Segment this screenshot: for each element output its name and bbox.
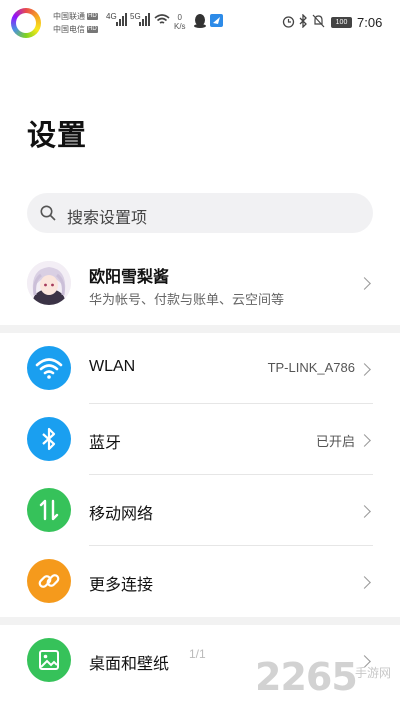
chevron-right-icon — [358, 363, 371, 376]
bluetooth-status-icon — [299, 14, 307, 28]
search-icon — [40, 205, 56, 221]
signal-icon — [116, 13, 127, 26]
settings-item-label: 更多连接 — [89, 577, 154, 594]
battery-icon: 100 — [331, 17, 352, 28]
account-row[interactable]: 欧阳雪梨酱 华为帐号、付款与账单、云空间等 — [0, 247, 400, 321]
chevron-right-icon — [358, 277, 371, 290]
settings-item-value: TP-LINK_A786 — [267, 360, 355, 375]
network-speed: 0 K/s — [174, 13, 186, 31]
signal-icon — [139, 13, 150, 26]
search-placeholder: 搜索设置项 — [67, 210, 148, 227]
carrier-2: 中国电信 HD — [53, 25, 98, 34]
qq-icon — [194, 14, 206, 28]
settings-item-bluetooth[interactable]: 蓝牙 已开启 — [0, 404, 400, 475]
avatar — [27, 261, 71, 305]
chevron-right-icon — [358, 576, 371, 589]
section-divider — [0, 617, 400, 625]
settings-item-mobile-network[interactable]: 移动网络 — [0, 475, 400, 546]
search-input[interactable]: 搜索设置项 — [27, 193, 373, 233]
settings-item-value: 已开启 — [315, 434, 355, 449]
carrier-1: 中国联通 HD — [53, 12, 98, 21]
page-title: 设置 — [27, 120, 88, 152]
wifi-status-icon — [154, 14, 170, 24]
avatar-image — [27, 261, 71, 305]
settings-item-label: 蓝牙 — [89, 435, 122, 452]
section-divider — [0, 325, 400, 333]
page-indicator: 1/1 — [189, 647, 206, 661]
wifi-icon — [27, 346, 71, 390]
settings-item-label: 桌面和壁纸 — [89, 656, 170, 673]
settings-item-wlan[interactable]: WLAN TP-LINK_A786 — [0, 333, 400, 404]
watermark-logo: 2265 — [255, 655, 358, 699]
clock: 7:06 — [357, 15, 383, 30]
account-subtitle: 华为帐号、付款与账单、云空间等 — [89, 292, 285, 307]
mobile-data-icon — [27, 488, 71, 532]
chevron-right-icon — [358, 505, 371, 518]
app-logo-icon — [11, 8, 41, 38]
bluetooth-icon — [27, 417, 71, 461]
link-icon — [27, 559, 71, 603]
notification-app-icon — [210, 14, 223, 27]
settings-item-label: WLAN — [89, 358, 136, 375]
wallpaper-icon — [27, 638, 71, 682]
alarm-icon — [282, 16, 295, 28]
mute-icon — [312, 14, 325, 28]
settings-item-more-connections[interactable]: 更多连接 — [0, 546, 400, 617]
chevron-right-icon — [358, 434, 371, 447]
status-bar: 中国联通 HD 中国电信 HD 4G 5G 0 K/s 100 7:06 — [0, 0, 400, 48]
settings-item-label: 移动网络 — [89, 506, 154, 523]
account-name: 欧阳雪梨酱 — [89, 269, 170, 286]
watermark-caption: 手游网 — [355, 666, 392, 680]
